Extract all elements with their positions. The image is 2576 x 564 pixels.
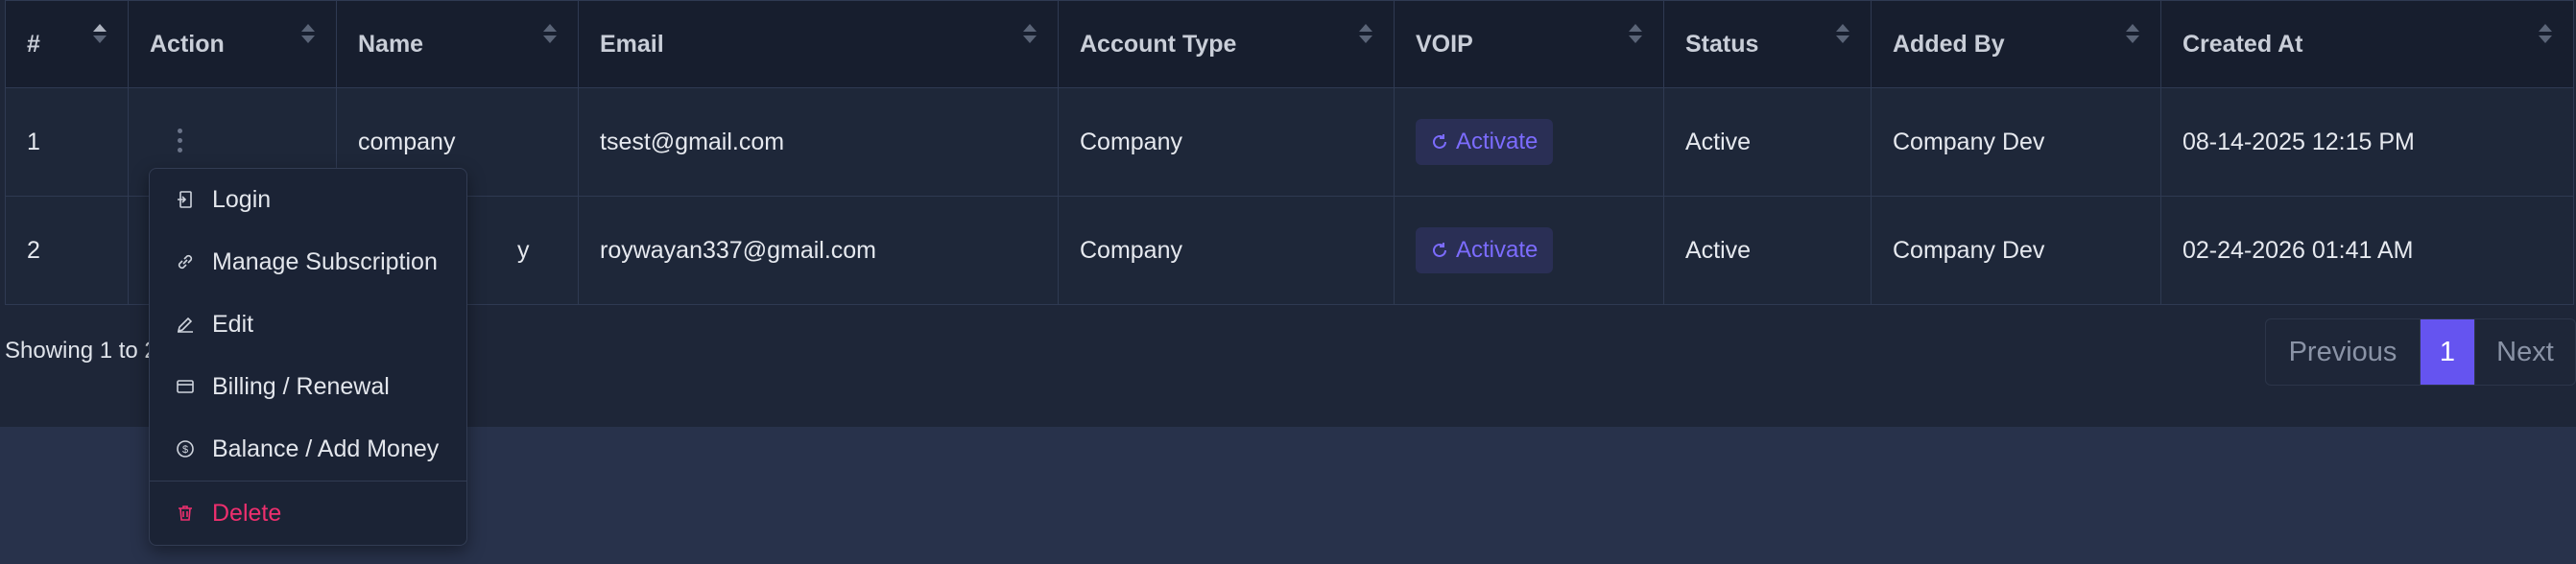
menu-item-manage-subscription[interactable]: Manage Subscription	[150, 231, 466, 293]
row-added-by: Company Dev	[1871, 196, 2161, 305]
activate-voip-button[interactable]: Activate	[1416, 119, 1554, 165]
menu-item-login[interactable]: Login	[150, 169, 466, 230]
menu-divider	[150, 481, 466, 482]
action-dropdown-menu: Login Manage Subscription Edit Billing /…	[149, 168, 467, 546]
column-header-voip[interactable]: VOIP	[1394, 0, 1664, 88]
pencil-icon	[176, 315, 195, 334]
sort-icon[interactable]	[2126, 22, 2139, 47]
row-status: Active	[1663, 87, 1872, 197]
refresh-icon	[1433, 134, 1446, 149]
column-header-number[interactable]: #	[5, 0, 129, 88]
column-header-email[interactable]: Email	[578, 0, 1059, 88]
row-account-type: Company	[1058, 196, 1395, 305]
sort-icon[interactable]	[1359, 22, 1372, 47]
next-page-button[interactable]: Next	[2475, 319, 2575, 385]
page-1-button[interactable]: 1	[2421, 319, 2475, 385]
showing-entries-text: Showing 1 to 2	[5, 338, 157, 364]
sort-icon[interactable]	[2539, 22, 2552, 47]
menu-item-balance-add-money[interactable]: $ Balance / Add Money	[150, 418, 466, 480]
row-status: Active	[1663, 196, 1872, 305]
menu-item-edit[interactable]: Edit	[150, 294, 466, 355]
sort-icon[interactable]	[93, 22, 107, 47]
row-number: 1	[5, 87, 129, 197]
row-created-at: 02-24-2026 01:41 AM	[2160, 196, 2574, 305]
sort-icon[interactable]	[301, 22, 315, 47]
column-header-name[interactable]: Name	[336, 0, 579, 88]
card-icon	[176, 377, 195, 396]
pagination: Previous 1 Next	[2265, 318, 2576, 386]
previous-page-button[interactable]: Previous	[2266, 319, 2421, 385]
column-header-account-type[interactable]: Account Type	[1058, 0, 1395, 88]
row-voip-cell: Activate	[1394, 196, 1664, 305]
sort-icon[interactable]	[1629, 22, 1642, 47]
login-icon	[176, 190, 195, 209]
table-header-row: # Action Name Email Account Type VOIP St…	[5, 0, 2574, 88]
row-account-type: Company	[1058, 87, 1395, 197]
svg-text:$: $	[182, 444, 188, 456]
row-added-by: Company Dev	[1871, 87, 2161, 197]
menu-item-delete[interactable]: Delete	[150, 482, 466, 544]
menu-item-billing-renewal[interactable]: Billing / Renewal	[150, 356, 466, 417]
row-created-at: 08-14-2025 12:15 PM	[2160, 87, 2574, 197]
refresh-icon	[1433, 243, 1446, 257]
link-icon	[176, 252, 195, 271]
sort-icon[interactable]	[1836, 22, 1849, 47]
row-number: 2	[5, 196, 129, 305]
row-voip-cell: Activate	[1394, 87, 1664, 197]
column-header-added-by[interactable]: Added By	[1871, 0, 2161, 88]
row-email: roywayan337@gmail.com	[578, 196, 1059, 305]
trash-icon	[176, 504, 195, 523]
sort-icon[interactable]	[543, 22, 557, 47]
row-email: tsest@gmail.com	[578, 87, 1059, 197]
column-header-action[interactable]: Action	[128, 0, 337, 88]
column-header-status[interactable]: Status	[1663, 0, 1872, 88]
kebab-menu-icon[interactable]	[173, 128, 186, 157]
sort-icon[interactable]	[1023, 22, 1037, 47]
activate-voip-button[interactable]: Activate	[1416, 227, 1554, 273]
dollar-circle-icon: $	[176, 439, 195, 458]
column-header-created-at[interactable]: Created At	[2160, 0, 2574, 88]
